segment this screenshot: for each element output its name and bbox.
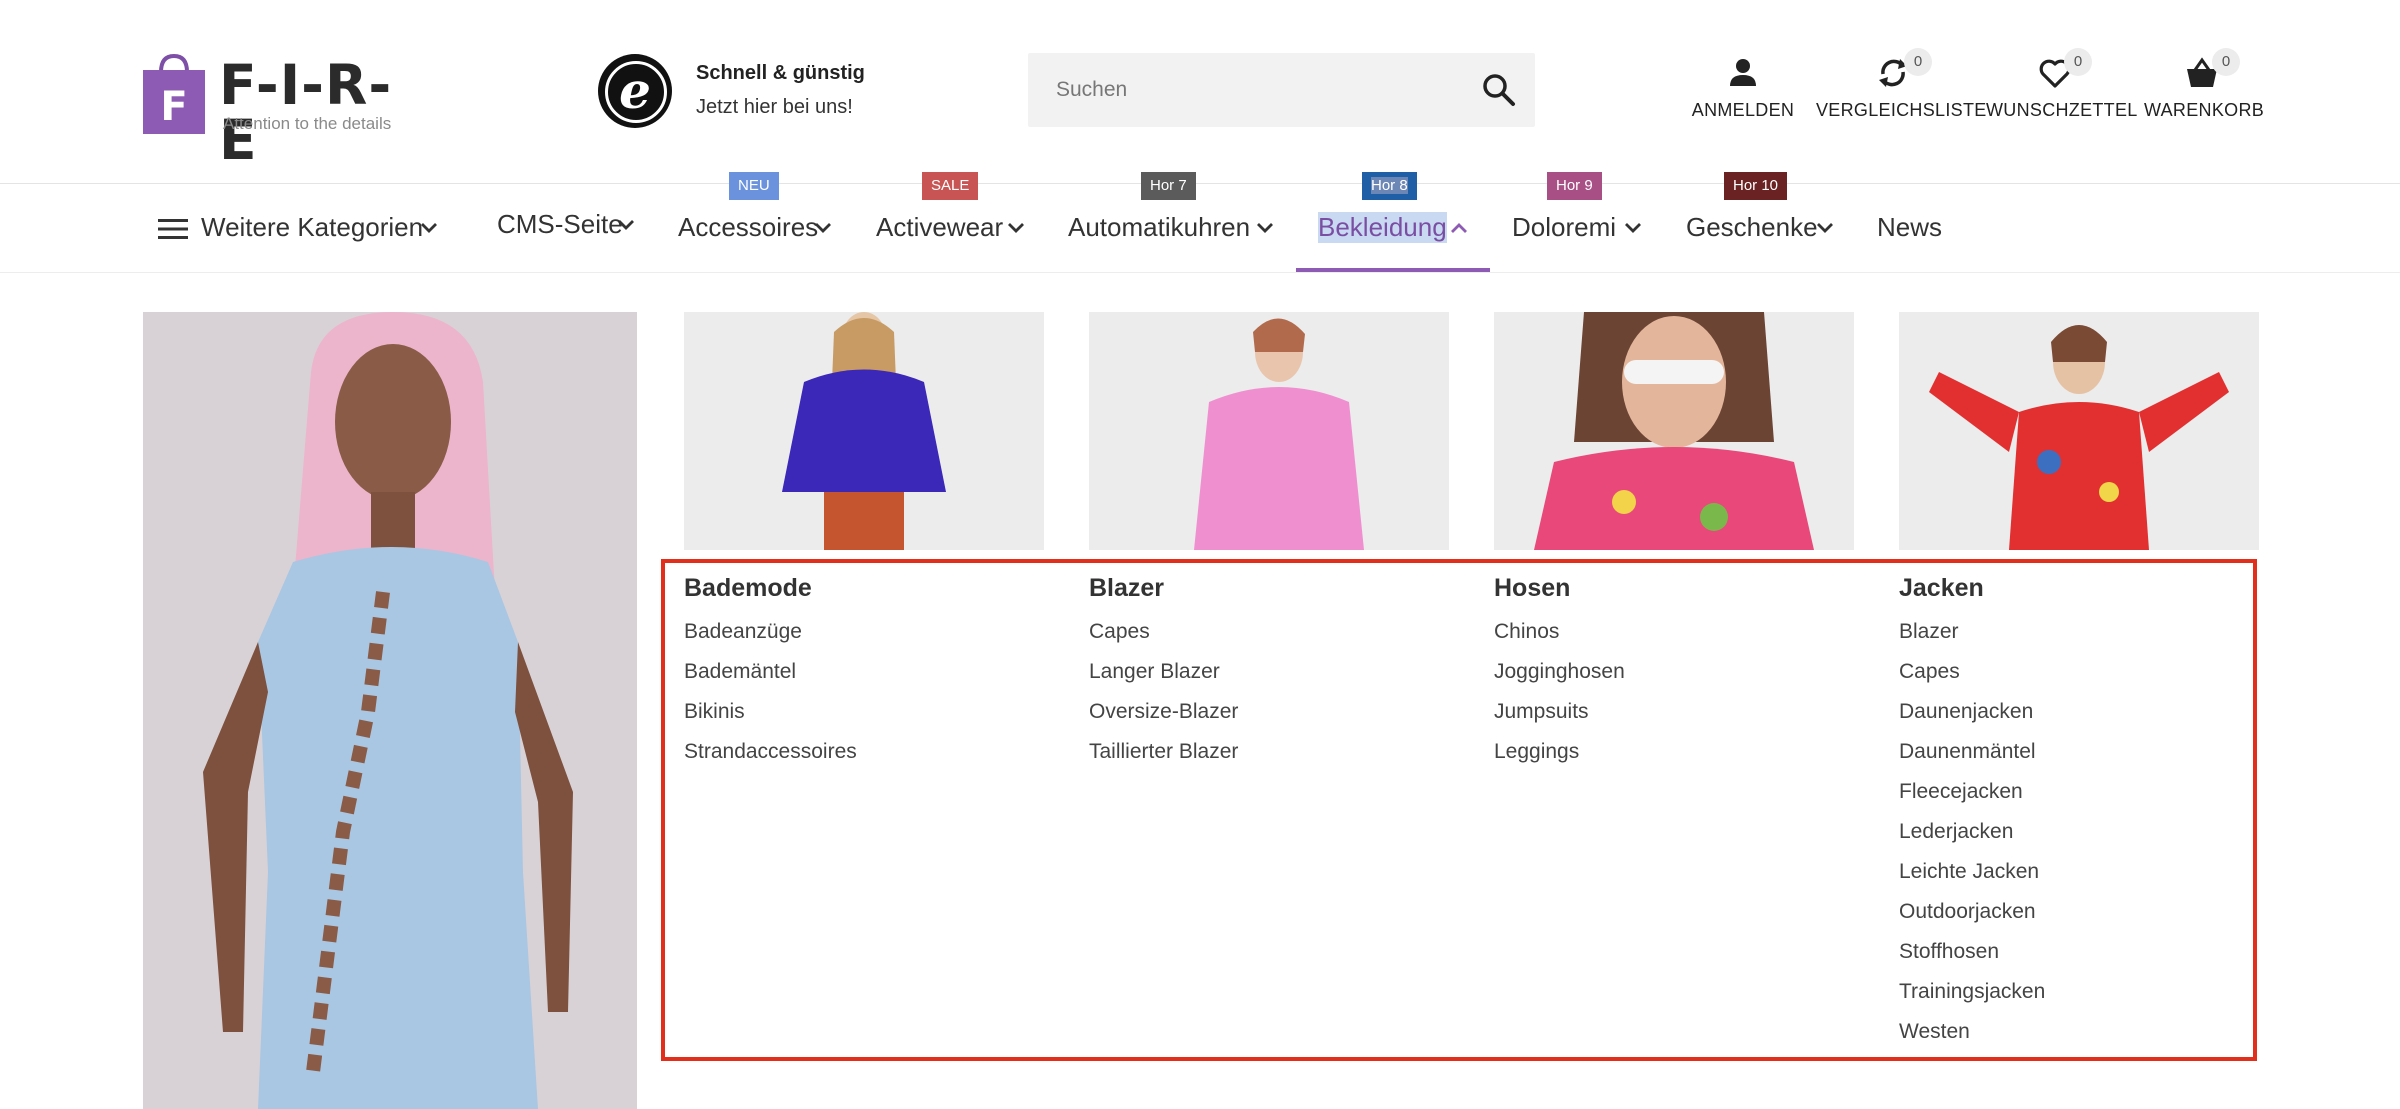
nav-item-label: News	[1877, 212, 1943, 242]
nav-item-automatikuhren[interactable]: Automatikuhren	[1066, 184, 1276, 272]
column-title[interactable]: Hosen	[1494, 570, 1874, 606]
chevron-down-icon	[1625, 223, 1641, 233]
main-navigation: Weitere Kategorien CMS-Seite Accessoires…	[0, 184, 2400, 273]
compare-count-badge: 0	[1904, 48, 1932, 76]
nav-item-label: CMS-Seite	[497, 209, 623, 239]
header-actions: ANMELDEN VERGLEICHSLISTE 0 WUNSCHZETTEL …	[1690, 48, 2265, 138]
cart-button[interactable]: WARENKORB	[2144, 48, 2265, 138]
shopping-bag-logo-icon: F	[143, 54, 205, 134]
chevron-down-icon	[421, 223, 437, 233]
nav-item-activewear[interactable]: Activewear	[876, 184, 1026, 272]
chevron-down-icon	[618, 220, 634, 230]
column-title[interactable]: Jacken	[1899, 570, 2279, 606]
model-pink-top-image	[1089, 312, 1449, 550]
subcategory-link[interactable]: Jumpsuits	[1494, 692, 1874, 732]
chevron-down-icon	[1008, 223, 1024, 233]
trust-badge-block[interactable]: e Schnell & günstig Jetzt hier bei uns!	[598, 52, 898, 132]
logo-tagline: Attention to the details	[223, 114, 392, 133]
model-red-floral-image	[1899, 312, 2259, 550]
subcategory-link[interactable]: Oversize-Blazer	[1089, 692, 1469, 732]
chevron-up-icon	[1451, 223, 1467, 233]
nav-item-label: Activewear	[876, 212, 1004, 242]
model-dress-image	[143, 312, 637, 1109]
mega-menu-column-hosen: Hosen Chinos Jogginghosen Jumpsuits Legg…	[1494, 570, 1874, 772]
mega-menu-hero-image[interactable]	[143, 312, 637, 1109]
logo-wordmark: F-I-R-E	[219, 53, 393, 172]
site-logo[interactable]: F F-I-R-E Attention to the details	[143, 50, 403, 168]
mega-menu-column-bademode: Bademode Badeanzüge Bademäntel Bikinis S…	[684, 570, 1064, 772]
nav-item-label: Automatikuhren	[1068, 212, 1251, 242]
logo-letter: F	[160, 84, 187, 130]
nav-item-label: Doloremi	[1512, 212, 1617, 242]
wishlist-label: WUNSCHZETTEL	[1986, 100, 2138, 120]
subcategory-link[interactable]: Stoffhosen	[1899, 932, 2279, 972]
column-title[interactable]: Blazer	[1089, 570, 1469, 606]
subcategory-link[interactable]: Outdoorjacken	[1899, 892, 2279, 932]
user-icon	[1730, 59, 1756, 86]
nav-more-label: Weitere Kategorien	[201, 212, 424, 242]
subcategory-link[interactable]: Westen	[1899, 1012, 2279, 1052]
subcategory-link[interactable]: Capes	[1899, 652, 2279, 692]
wishlist-count-badge: 0	[2064, 48, 2092, 76]
compare-list-label: VERGLEICHSLISTE	[1816, 100, 1987, 120]
nav-item-accessoires[interactable]: Accessoires	[678, 184, 836, 272]
login-button[interactable]: ANMELDEN	[1690, 48, 1796, 138]
subcategory-link[interactable]: Bademäntel	[684, 652, 1064, 692]
model-floral-sunglasses-image	[1494, 312, 1854, 550]
mega-menu-column-jacken: Jacken Blazer Capes Daunenjacken Daunenm…	[1899, 570, 2279, 1052]
trust-subtitle: Jetzt hier bei uns!	[696, 96, 853, 118]
nav-item-geschenke[interactable]: Geschenke	[1686, 184, 1836, 272]
category-thumb-hosen[interactable]	[1494, 312, 1854, 550]
column-title[interactable]: Bademode	[684, 570, 1064, 606]
subcategory-link[interactable]: Blazer	[1899, 612, 2279, 652]
subcategory-link[interactable]: Capes	[1089, 612, 1469, 652]
cart-count-badge: 0	[2212, 48, 2240, 76]
subcategory-link[interactable]: Langer Blazer	[1089, 652, 1469, 692]
wishlist-button[interactable]: WUNSCHZETTEL	[1986, 48, 2138, 138]
model-blue-sweater-image	[684, 312, 1044, 550]
trusted-shops-icon: e	[598, 54, 672, 128]
subcategory-link[interactable]: Strandaccessoires	[684, 732, 1064, 772]
subcategory-link[interactable]: Bikinis	[684, 692, 1064, 732]
subcategory-link[interactable]: Leggings	[1494, 732, 1874, 772]
subcategory-link[interactable]: Taillierter Blazer	[1089, 732, 1469, 772]
subcategory-link[interactable]: Jogginghosen	[1494, 652, 1874, 692]
subcategory-link[interactable]: Daunenjacken	[1899, 692, 2279, 732]
site-header: F F-I-R-E Attention to the details e Sch…	[0, 0, 2400, 184]
nav-item-news[interactable]: News	[1877, 184, 1947, 272]
subcategory-link[interactable]: Trainingsjacken	[1899, 972, 2279, 1012]
subcategory-link[interactable]: Badeanzüge	[684, 612, 1064, 652]
nav-item-label: Geschenke	[1686, 212, 1818, 242]
category-thumb-bademode[interactable]	[684, 312, 1044, 550]
chevron-down-icon	[1817, 223, 1833, 233]
nav-item-cms-seite[interactable]: CMS-Seite	[497, 184, 637, 272]
search-icon[interactable]	[1481, 72, 1517, 108]
chevron-down-icon	[1257, 223, 1273, 233]
search-input[interactable]	[1028, 53, 1468, 127]
trust-title: Schnell & günstig	[696, 62, 865, 84]
subcategory-link[interactable]: Fleecejacken	[1899, 772, 2279, 812]
nav-item-doloremi[interactable]: Doloremi	[1512, 184, 1644, 272]
nav-more-categories[interactable]: Weitere Kategorien	[156, 184, 446, 272]
search-bar	[1028, 53, 1535, 127]
nav-item-bekleidung[interactable]: Bekleidung	[1296, 184, 1490, 272]
subcategory-link[interactable]: Daunenmäntel	[1899, 732, 2279, 772]
nav-item-label: Accessoires	[678, 212, 819, 242]
category-thumb-jacken[interactable]	[1899, 312, 2259, 550]
subcategory-link[interactable]: Chinos	[1494, 612, 1874, 652]
cart-label: WARENKORB	[2144, 100, 2265, 120]
hamburger-menu-icon	[158, 219, 188, 239]
mega-menu-column-blazer: Blazer Capes Langer Blazer Oversize-Blaz…	[1089, 570, 1469, 772]
category-thumb-blazer[interactable]	[1089, 312, 1449, 550]
login-label: ANMELDEN	[1691, 100, 1795, 120]
nav-item-label: Bekleidung	[1318, 212, 1447, 243]
subcategory-link[interactable]: Leichte Jacken	[1899, 852, 2279, 892]
compare-list-button[interactable]: VERGLEICHSLISTE	[1816, 48, 1987, 138]
chevron-down-icon	[815, 223, 831, 233]
subcategory-link[interactable]: Lederjacken	[1899, 812, 2279, 852]
